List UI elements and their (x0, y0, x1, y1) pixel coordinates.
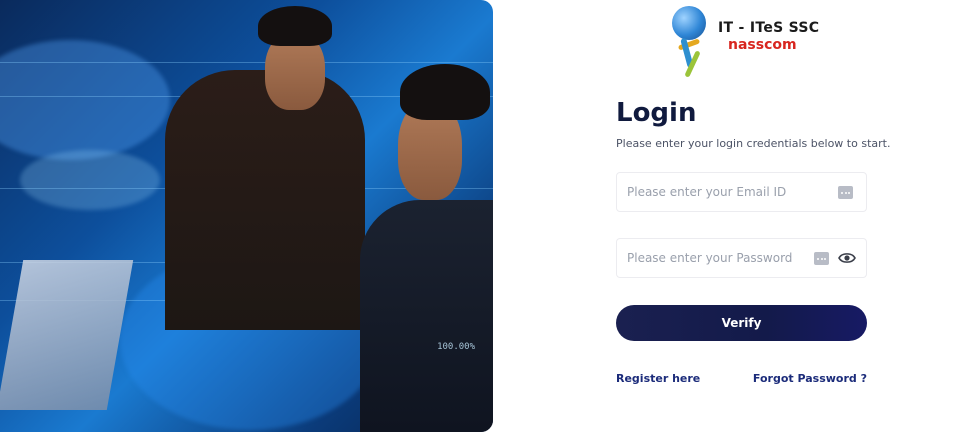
logo-title: IT - ITeS SSC (718, 20, 820, 36)
password-field (616, 238, 867, 278)
page-title: Login (616, 98, 697, 128)
password-input[interactable] (627, 239, 807, 277)
email-input[interactable] (627, 173, 807, 211)
globe-icon (672, 6, 706, 40)
password-manager-icon[interactable] (814, 252, 829, 265)
password-manager-icon[interactable] (838, 186, 853, 199)
brand-logo: IT - ITeS SSC nasscom (672, 6, 822, 78)
email-field (616, 172, 867, 212)
login-page: 100.00% IT - ITeS SSC nasscom Login Plea… (0, 0, 975, 432)
verify-button[interactable]: Verify (616, 305, 867, 341)
logo-subtitle: nasscom (728, 37, 797, 53)
register-link[interactable]: Register here (616, 372, 700, 385)
forgot-password-link[interactable]: Forgot Password ? (753, 372, 867, 385)
eye-icon[interactable] (838, 251, 856, 265)
hero-overlay-readout: 100.00% (437, 342, 475, 352)
login-subtitle: Please enter your login credentials belo… (616, 137, 891, 150)
hero-image: 100.00% (0, 0, 493, 432)
